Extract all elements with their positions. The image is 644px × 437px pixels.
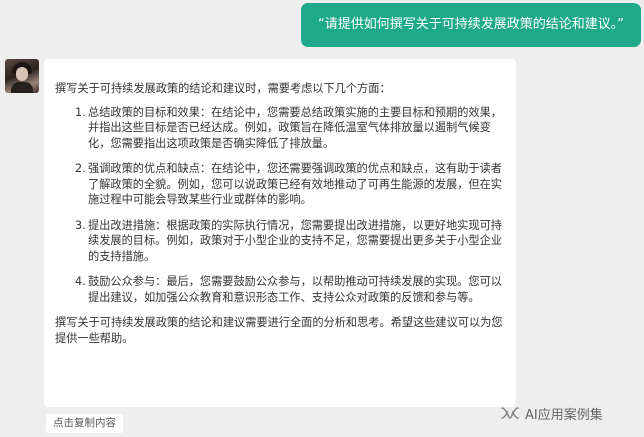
list-item: 2. 强调政策的优点和缺点：在结论中，您还需要强调政策的优点和缺点，这有助于读者… [55, 161, 506, 208]
assistant-avatar [5, 59, 39, 93]
list-item: 3. 提出改进措施：根据政策的实际执行情况，您需要提出改进措施，以更好地实现可持… [55, 218, 506, 265]
list-item-number: 1. [75, 105, 86, 119]
wechat-channel-icon [501, 407, 519, 419]
reply-conclusion: 撰写关于可持续发展政策的结论和建议需要进行全面的分析和思考。希望这些建议可以为您… [55, 316, 503, 345]
list-item-number: 3. [75, 218, 86, 232]
copy-content-button[interactable]: 点击复制内容 [46, 414, 123, 433]
list-item-number: 4. [75, 275, 86, 288]
assistant-reply-card: 撰写关于可持续发展政策的结论和建议时，需要考虑以下几个方面： 1. 总结政策的目… [44, 59, 516, 407]
watermark-text: AI应用案例集 [525, 407, 603, 423]
reply-intro: 撰写关于可持续发展政策的结论和建议时，需要考虑以下几个方面： [55, 82, 391, 95]
list-item-text: 强调政策的优点和缺点：在结论中，您还需要强调政策的优点和缺点，这有助于读者了解政… [88, 162, 502, 206]
watermark: AI应用案例集 [500, 402, 603, 424]
user-message-text: “请提供如何撰写关于可持续发展政策的结论和建议。” [318, 17, 624, 32]
avatar-face [16, 67, 28, 81]
list-item: 4. 鼓励公众参与：最后，您需要鼓励公众参与，以帮助推动可持续发展的实现。您可以… [55, 274, 506, 305]
list-item-text: 总结政策的目标和效果：在结论中，您需要总结政策实施的主要目标和预期的效果，并指出… [88, 105, 502, 150]
list-item-text: 提出改进措施：根据政策的实际执行情况，您需要提出改进措施，以更好地实现可持续发展… [88, 218, 502, 263]
list-item-number: 2. [75, 162, 86, 175]
avatar-body [11, 82, 33, 93]
list-item-text: 鼓励公众参与：最后，您需要鼓励公众参与，以帮助推动可持续发展的实现。您可以提出建… [88, 275, 502, 304]
reply-points-list: 1. 总结政策的目标和效果：在结论中，您需要总结政策实施的主要目标和预期的效果，… [55, 105, 506, 306]
user-message-bubble: “请提供如何撰写关于可持续发展政策的结论和建议。” [301, 3, 641, 47]
list-item: 1. 总结政策的目标和效果：在结论中，您需要总结政策实施的主要目标和预期的效果，… [55, 105, 506, 152]
